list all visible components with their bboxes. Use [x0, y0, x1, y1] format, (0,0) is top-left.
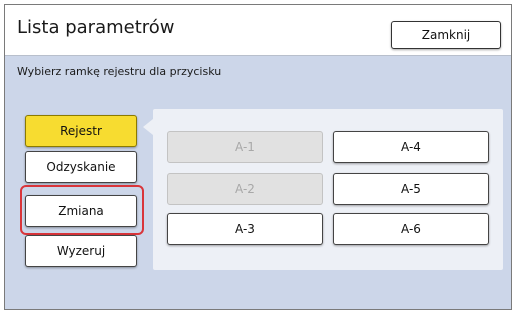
reset-button[interactable]: Wyzeruj	[25, 235, 137, 267]
dialog-title: Lista parametrów	[17, 17, 175, 38]
change-button[interactable]: Zmiana	[25, 195, 137, 227]
slot-a2-button[interactable]: A-2	[167, 173, 323, 205]
panel-pointer	[143, 119, 153, 135]
instruction-text: Wybierz ramkę rejestru dla przycisku	[17, 65, 222, 78]
parameter-list-dialog: Lista parametrów Zamknij Wybierz ramkę r…	[4, 4, 512, 310]
recall-button[interactable]: Odzyskanie	[25, 151, 137, 183]
slot-a4-button[interactable]: A-4	[333, 131, 489, 163]
register-frame-panel: A-1 A-4 A-2 A-5 A-3 A-6	[153, 109, 503, 270]
dialog-header: Lista parametrów Zamknij	[5, 5, 511, 56]
slot-a6-button[interactable]: A-6	[333, 213, 489, 245]
slot-a3-button[interactable]: A-3	[167, 213, 323, 245]
slot-a5-button[interactable]: A-5	[333, 173, 489, 205]
register-button[interactable]: Rejestr	[25, 115, 137, 147]
slot-a1-button[interactable]: A-1	[167, 131, 323, 163]
close-button[interactable]: Zamknij	[391, 21, 501, 49]
